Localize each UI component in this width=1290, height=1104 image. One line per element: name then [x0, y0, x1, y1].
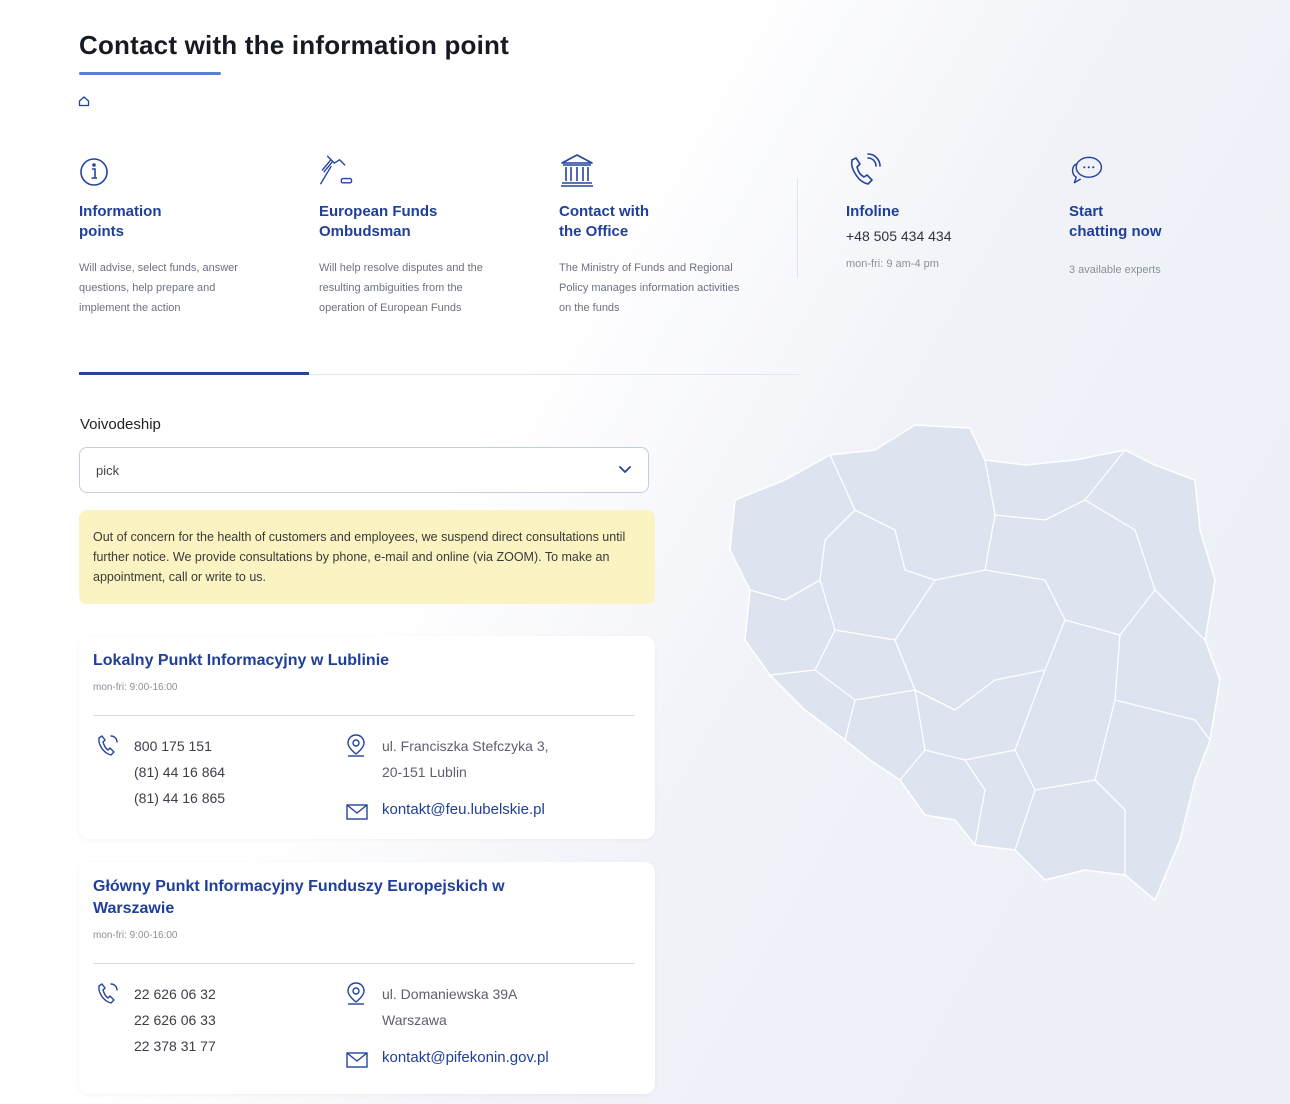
phone-number[interactable]: (81) 44 16 864	[134, 759, 225, 785]
category-description: Will advise, select funds, answer questi…	[79, 262, 238, 314]
phone-number[interactable]: 800 175 151	[134, 733, 225, 759]
address-line: 20-151 Lublin	[382, 764, 467, 780]
info-point-name: Lokalny Punkt Informacyjny w Lublinie	[93, 652, 390, 669]
info-point-email[interactable]: kontakt@feu.lubelskie.pl	[382, 801, 545, 818]
category-title: Contact with the Office	[559, 203, 649, 240]
covid-notice: Out of concern for the health of custome…	[79, 510, 655, 604]
info-icon	[80, 158, 108, 186]
chevron-down-icon	[619, 466, 631, 474]
address-line: Warszawa	[382, 1012, 447, 1028]
info-point-card: Główny Punkt Informacyjny Funduszy Europ…	[79, 862, 655, 1094]
building-icon	[561, 154, 593, 187]
category-description: Will help resolve disputes and the resul…	[319, 262, 483, 314]
active-tab-indicator	[79, 372, 309, 375]
mail-icon	[346, 804, 368, 820]
vertical-divider	[797, 178, 798, 278]
poland-map[interactable]	[725, 420, 1225, 910]
chat-experts: 3 available experts	[1069, 264, 1161, 276]
card-separator	[93, 963, 635, 964]
infoline-hours: mon-fri: 9 am-4 pm	[846, 258, 939, 270]
info-point-email[interactable]: kontakt@pifekonin.gov.pl	[382, 1049, 549, 1066]
address-line: ul. Domaniewska 39A	[382, 986, 518, 1002]
map-country-outline	[729, 424, 1221, 902]
location-pin-icon	[347, 982, 365, 1005]
info-point-hours: mon-fri: 9:00-16:00	[93, 930, 178, 941]
info-point-hours: mon-fri: 9:00-16:00	[93, 682, 178, 693]
category-ombudsman[interactable]: European Funds Ombudsman Will help resol…	[319, 152, 539, 318]
page-title: Contact with the information point	[79, 30, 509, 60]
phone-icon	[98, 735, 118, 756]
chat-icon	[1071, 156, 1103, 184]
phone-number[interactable]: 22 626 06 33	[134, 1007, 216, 1033]
voivodeship-select[interactable]: pick	[79, 447, 649, 493]
phone-number[interactable]: 22 626 06 32	[134, 981, 216, 1007]
address-line: ul. Franciszka Stefczyka 3,	[382, 738, 549, 754]
voivodeship-label: Voivodeship	[80, 416, 161, 433]
infoline-phone[interactable]: +48 505 434 434	[846, 228, 1066, 244]
home-icon[interactable]	[78, 95, 90, 107]
phone-number[interactable]: 22 378 31 77	[134, 1033, 216, 1059]
category-title: Information points	[79, 203, 162, 240]
category-title: Start chatting now	[1069, 203, 1162, 240]
info-point-card: Lokalny Punkt Informacyjny w Lublinie mo…	[79, 636, 655, 839]
phone-icon	[850, 153, 881, 185]
info-point-phones: 22 626 06 32 22 626 06 33 22 378 31 77	[134, 981, 216, 1059]
category-title: European Funds Ombudsman	[319, 203, 438, 240]
phone-icon	[98, 983, 118, 1004]
category-title: Infoline	[846, 203, 900, 220]
gavel-icon	[320, 155, 353, 185]
voivodeship-select-value: pick	[96, 462, 120, 478]
info-point-address: ul. Franciszka Stefczyka 3, 20-151 Lubli…	[382, 733, 549, 785]
category-infoline[interactable]: Infoline +48 505 434 434 mon-fri: 9 am-4…	[846, 152, 1066, 270]
category-description: The Ministry of Funds and Regional Polic…	[559, 262, 740, 314]
location-pin-icon	[347, 734, 365, 757]
phone-number[interactable]: (81) 44 16 865	[134, 785, 225, 811]
category-office[interactable]: Contact with the Office The Ministry of …	[559, 152, 779, 318]
mail-icon	[346, 1052, 368, 1068]
category-information-points[interactable]: Information points Will advise, select f…	[79, 152, 299, 318]
info-point-address: ul. Domaniewska 39A Warszawa	[382, 981, 517, 1033]
title-underline	[79, 72, 221, 75]
category-chat[interactable]: Start chatting now 3 available experts	[1069, 152, 1289, 276]
info-point-phones: 800 175 151 (81) 44 16 864 (81) 44 16 86…	[134, 733, 225, 811]
info-point-name: Główny Punkt Informacyjny Funduszy Europ…	[93, 878, 505, 917]
card-separator	[93, 715, 635, 716]
